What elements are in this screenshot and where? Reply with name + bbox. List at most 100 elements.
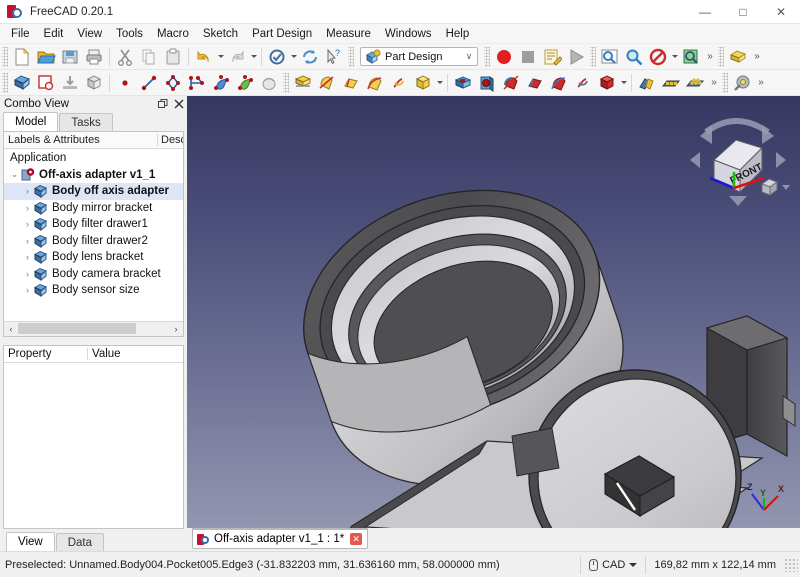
tree-node-body-filter-drawer2[interactable]: › Body filter drawer2 [4,233,183,250]
undo-dropdown-caret[interactable] [216,45,225,69]
measure-icon[interactable] [730,71,754,95]
toolbar-overflow-button[interactable]: » [754,71,767,95]
whats-this-icon[interactable]: ? [322,45,346,69]
chevron-right-icon[interactable]: › [21,236,34,246]
tree-node-body-mirror-bracket[interactable]: › Body mirror bracket [4,200,183,217]
tree-node-document[interactable]: ⌄ Off-axis adapter v1_1 [4,167,183,184]
refresh-check-icon[interactable] [265,45,289,69]
resize-grip[interactable] [784,557,798,572]
subtractive-loft-icon[interactable] [523,71,547,95]
toolbar-overflow-button[interactable]: » [703,45,716,69]
property-editor-body[interactable] [4,362,183,528]
close-button[interactable]: ✕ [762,0,800,24]
print-document-icon[interactable] [82,45,106,69]
toolbar-overflow-button[interactable]: » [707,71,720,95]
revolution-icon[interactable] [315,71,339,95]
tab-view[interactable]: View [6,532,55,551]
chevron-down-icon[interactable]: ⌄ [8,169,21,180]
axonometric-view-icon[interactable] [679,45,703,69]
tree-node-body-off-axis-adapter[interactable]: › Body off axis adapter [4,183,183,200]
sketch-trim-icon[interactable] [257,71,281,95]
save-document-icon[interactable] [58,45,82,69]
groove-icon[interactable] [499,71,523,95]
scroll-left-arrow-icon[interactable]: ‹ [4,322,18,335]
cut-icon[interactable] [113,45,137,69]
additive-primitive-caret[interactable] [435,71,444,95]
validate-sketch-icon[interactable] [82,71,106,95]
menu-part-design[interactable]: Part Design [245,25,319,43]
undo-icon[interactable] [192,45,216,69]
additive-primitive-icon[interactable] [411,71,435,95]
menu-tools[interactable]: Tools [109,25,150,43]
toolbar-grip[interactable] [2,46,8,67]
linear-pattern-icon[interactable] [659,71,683,95]
close-icon[interactable] [171,97,187,112]
tree-node-body-filter-drawer1[interactable]: › Body filter drawer1 [4,216,183,233]
point-icon[interactable] [113,71,137,95]
maximize-button[interactable]: □ [724,0,762,24]
3d-viewport[interactable]: FRONT Z Y X [187,96,800,528]
property-column-name[interactable]: Property [4,348,87,360]
tree-node-body-camera-bracket[interactable]: › Body camera bracket [4,266,183,283]
additive-loft-icon[interactable] [339,71,363,95]
macro-edit-icon[interactable] [540,45,564,69]
chevron-right-icon[interactable]: › [21,219,34,229]
bspline-icon[interactable] [209,71,233,95]
draw-style-caret[interactable] [670,45,679,69]
multi-transform-icon[interactable] [683,71,707,95]
menu-view[interactable]: View [70,25,109,43]
hole-icon[interactable] [475,71,499,95]
copy-icon[interactable] [137,45,161,69]
menu-macro[interactable]: Macro [150,25,196,43]
menu-help[interactable]: Help [439,25,477,43]
additive-pipe-icon[interactable] [363,71,387,95]
arc-icon[interactable] [185,71,209,95]
mirrored-icon[interactable] [635,71,659,95]
document-tab[interactable]: Off-axis adapter v1_1 : 1* ✕ [192,528,369,549]
tab-tasks[interactable]: Tasks [59,113,113,132]
minimize-button[interactable]: — [686,0,724,24]
paste-icon[interactable] [161,45,185,69]
macro-record-icon[interactable] [492,45,516,69]
redo-dropdown-caret[interactable] [249,45,258,69]
subtractive-pipe-icon[interactable] [547,71,571,95]
pad-icon[interactable] [291,71,315,95]
menu-measure[interactable]: Measure [319,25,378,43]
tab-model[interactable]: Model [3,112,59,132]
macro-stop-icon[interactable] [516,45,540,69]
fit-all-icon[interactable] [598,45,622,69]
property-column-value[interactable]: Value [87,347,183,360]
redo-icon[interactable] [225,45,249,69]
toolbar-grip[interactable] [722,72,728,93]
navigation-style-selector[interactable]: CAD [580,555,645,574]
chevron-down-icon[interactable]: ∨ [461,51,477,62]
create-sketch-icon[interactable] [34,71,58,95]
create-body-icon[interactable] [10,71,34,95]
toolbar-grip[interactable] [2,72,8,93]
toolbar-grip[interactable] [348,46,354,67]
undock-icon[interactable] [155,97,171,112]
toolbar-grip[interactable] [283,72,289,93]
sweep-icon[interactable] [726,45,750,69]
chevron-right-icon[interactable]: › [21,252,34,262]
menu-edit[interactable]: Edit [37,25,71,43]
chevron-down-icon[interactable] [629,563,637,567]
bezier-icon[interactable] [233,71,257,95]
navigation-cube-icon[interactable]: FRONT [684,112,794,212]
attach-sketch-icon[interactable] [58,71,82,95]
menu-windows[interactable]: Windows [378,25,439,43]
pocket-icon[interactable] [451,71,475,95]
tree-node-body-sensor-size[interactable]: › Body sensor size [4,282,183,299]
toolbar-grip[interactable] [718,46,724,67]
draw-style-icon[interactable] [646,45,670,69]
polyline-icon[interactable] [161,71,185,95]
subtractive-primitive-caret[interactable] [619,71,628,95]
zoom-box-icon[interactable] [622,45,646,69]
open-document-icon[interactable] [34,45,58,69]
tree-node-application[interactable]: Application [4,150,183,167]
refresh-dropdown-caret[interactable] [289,45,298,69]
macro-execute-icon[interactable] [564,45,588,69]
toolbar-grip[interactable] [484,46,490,67]
toolbar-overflow-button[interactable]: » [750,45,763,69]
subtractive-primitive-icon[interactable] [595,71,619,95]
